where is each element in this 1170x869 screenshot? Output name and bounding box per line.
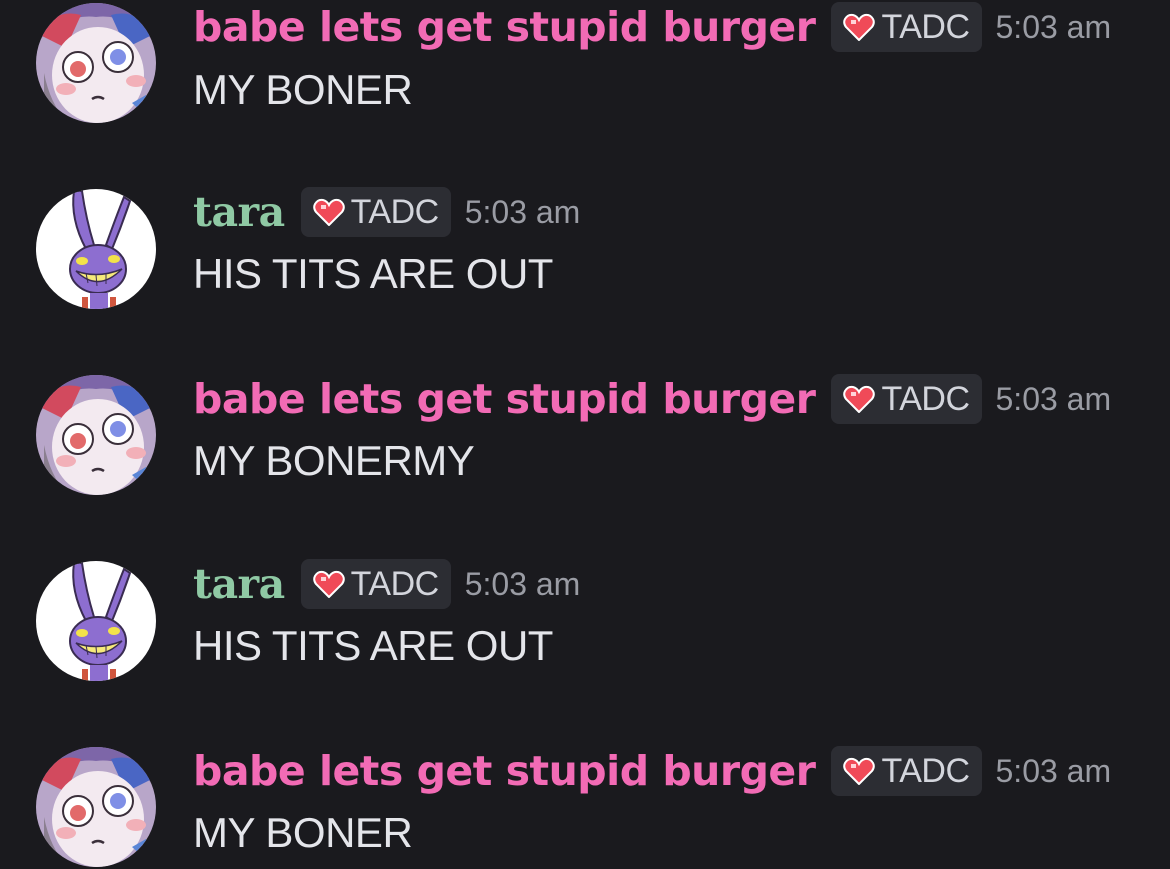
server-tag[interactable]: TADC [300, 559, 451, 609]
server-tag[interactable]: TADC [831, 2, 982, 52]
jax-avatar[interactable] [36, 189, 156, 309]
username[interactable]: babe lets get stupid burger [193, 746, 816, 796]
message-item[interactable]: tara TADC 5:03 am HIS TITS ARE OUT [0, 559, 1170, 719]
username[interactable]: tara [193, 187, 285, 237]
timestamp[interactable]: 5:03 am [465, 187, 581, 237]
tag-label: TADC [350, 192, 440, 231]
server-tag[interactable]: TADC [831, 746, 982, 796]
tag-label: TADC [881, 7, 970, 46]
pomni-avatar[interactable] [36, 747, 156, 867]
username[interactable]: tara [193, 559, 285, 609]
message-text: HIS TITS ARE OUT [193, 250, 553, 297]
server-tag[interactable]: TADC [831, 374, 982, 424]
message-text: MY BONERMY [193, 437, 475, 484]
chat-message-list: babe lets get stupid burger TADC 5:03 am… [0, 0, 1170, 869]
jax-avatar[interactable] [36, 561, 156, 681]
pomni-avatar[interactable] [36, 3, 156, 123]
message-item[interactable]: tara TADC 5:03 am HIS TITS ARE OUT [0, 187, 1170, 347]
server-tag[interactable]: TADC [300, 187, 451, 237]
timestamp[interactable]: 5:03 am [996, 374, 1112, 424]
tag-label: TADC [881, 751, 970, 790]
username[interactable]: babe lets get stupid burger [193, 374, 816, 424]
heart-icon [843, 385, 876, 414]
timestamp[interactable]: 5:03 am [996, 746, 1112, 796]
message-text: MY BONER [193, 809, 413, 856]
message-header: tara TADC 5:03 am [193, 187, 580, 237]
tag-label: TADC [881, 379, 970, 418]
message-text: MY BONER [193, 66, 413, 113]
heart-icon [312, 570, 345, 599]
heart-icon [843, 757, 876, 786]
username[interactable]: babe lets get stupid burger [193, 2, 816, 52]
message-text: HIS TITS ARE OUT [193, 622, 553, 669]
tag-label: TADC [350, 564, 440, 603]
message-item[interactable]: babe lets get stupid burger TADC 5:03 am… [0, 372, 1170, 532]
heart-icon [312, 198, 345, 227]
timestamp[interactable]: 5:03 am [465, 559, 581, 609]
message-header: babe lets get stupid burger TADC 5:03 am [193, 2, 1111, 52]
message-header: tara TADC 5:03 am [193, 559, 580, 609]
message-item[interactable]: babe lets get stupid burger TADC 5:03 am… [0, 744, 1170, 869]
timestamp[interactable]: 5:03 am [996, 2, 1112, 52]
message-header: babe lets get stupid burger TADC 5:03 am [193, 746, 1111, 796]
heart-icon [843, 13, 876, 42]
message-header: babe lets get stupid burger TADC 5:03 am [193, 374, 1111, 424]
message-item[interactable]: babe lets get stupid burger TADC 5:03 am… [0, 0, 1170, 160]
pomni-avatar[interactable] [36, 375, 156, 495]
